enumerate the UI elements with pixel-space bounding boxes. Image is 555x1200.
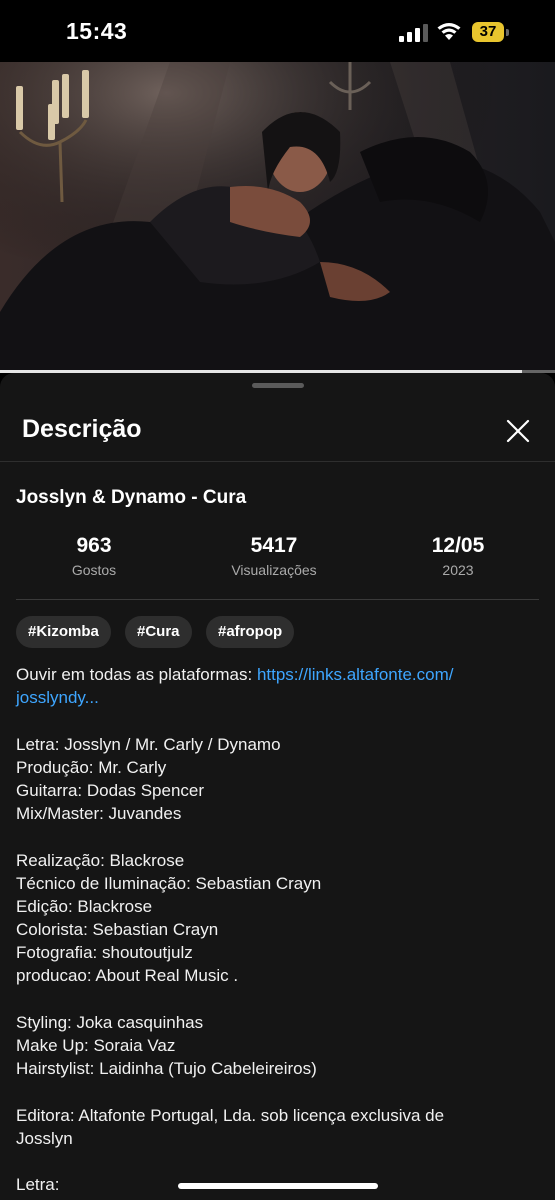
likes-stat: 963 Gostos [42,533,146,581]
publish-year: 2023 [442,562,474,578]
likes-label: Gostos [71,562,117,578]
credit-line: Styling: Joka casquinhas [16,1012,204,1032]
credit-line: Editora: Altafonte Portugal, Lda. sob li… [16,1105,445,1125]
home-indicator[interactable] [178,1183,378,1189]
battery-tip [506,29,509,36]
credit-line: Mix/Master: Juvandes [16,804,182,824]
status-bar: 15:43 37 [0,0,555,62]
video-frame-image [0,62,555,372]
description-line: Ouvir em todas as plataformas: https://l… [16,663,536,686]
battery-indicator: 37 [472,22,510,42]
video-stats: 963 Gostos 5417 Visualizações 12/05 2023 [16,533,539,593]
wifi-icon [437,23,461,40]
description-text: Ouvir em todas as plataformas: https://l… [16,663,536,1196]
sheet-title: Descrição [22,415,142,443]
likes-count: 963 [76,534,112,557]
credit-line: Técnico de Iluminação: Sebastian Crayn [16,873,322,893]
intro-text: Ouvir em todas as plataformas: [16,665,257,684]
credit-line: Letra: Josslyn / Mr. Carly / Dynamo [16,734,281,754]
description-sheet: Descrição Josslyn & Dynamo - Cura 963 Go… [0,373,555,1200]
publish-date: 12/05 [431,534,485,557]
credit-line: Fotografia: shoutoutjulz [16,943,193,963]
credit-line: Guitarra: Dodas Spencer [16,780,205,800]
external-link-continued[interactable]: josslyndy... [16,688,99,707]
credit-line: producao: About Real Music . [16,966,239,986]
credit-line: Hairstylist: Laidinha (Tujo Cabeleireiro… [16,1059,317,1079]
sheet-drag-handle[interactable] [252,383,304,388]
stats-divider [16,599,539,600]
credit-line: Colorista: Sebastian Crayn [16,920,219,940]
credit-line: Make Up: Soraia Vaz [16,1036,176,1055]
credit-line: Produção: Mr. Carly [16,757,167,777]
credit-line: Realização: Blackrose [16,850,185,870]
cellular-signal-icon [399,24,428,42]
credit-line: Edição: Blackrose [16,896,153,916]
credit-line: Josslyn [16,1128,73,1148]
description-line: josslyndy... [16,686,536,709]
hashtag-chip[interactable]: #Kizomba [16,616,111,648]
video-title: Josslyn & Dynamo - Cura [16,487,247,508]
status-time: 15:43 [66,18,128,44]
date-stat: 12/05 2023 [408,533,508,581]
battery-level: 37 [479,23,497,40]
hashtag-chip[interactable]: #Cura [125,616,192,648]
video-player[interactable] [0,62,555,372]
hashtag-chip[interactable]: #afropop [206,616,295,648]
header-divider [0,461,555,462]
external-link[interactable]: https://links.altafonte.com/ [257,665,454,684]
views-label: Visualizações [231,562,317,578]
close-icon[interactable] [500,413,536,449]
views-count: 5417 [250,534,298,557]
views-stat: 5417 Visualizações [204,533,344,581]
